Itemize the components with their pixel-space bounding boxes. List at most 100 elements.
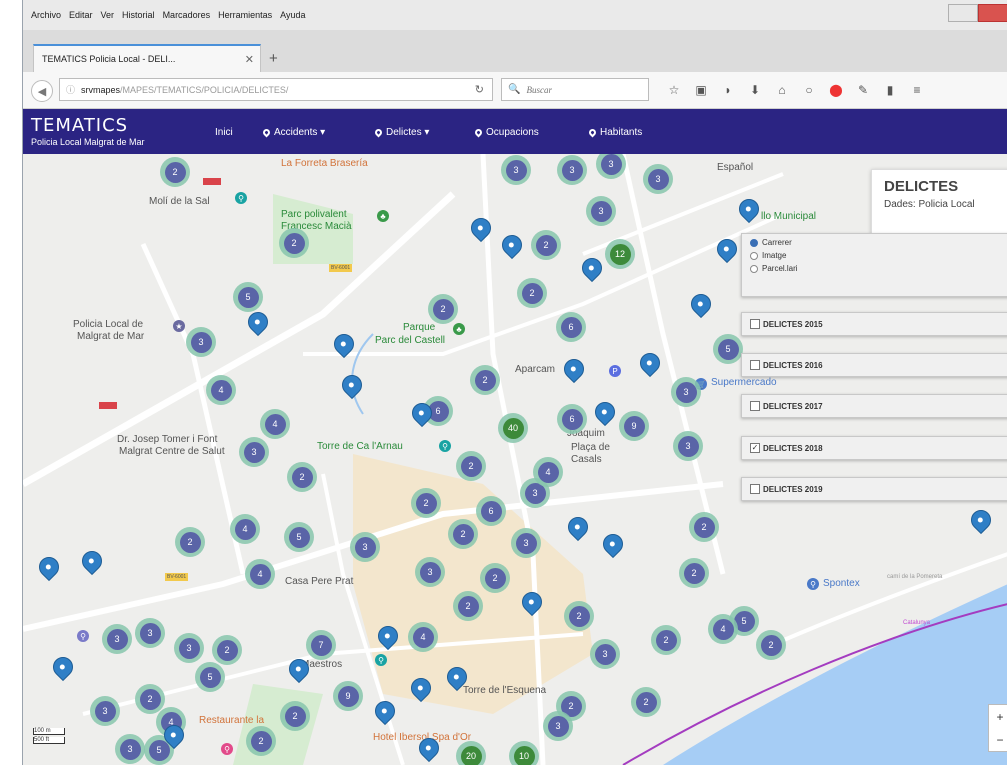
cluster[interactable]: 5 [284, 522, 314, 552]
cluster[interactable]: 3 [643, 164, 673, 194]
brand[interactable]: TEMATICS Policia Local Malgrat de Mar [31, 115, 145, 147]
zoom-in-button[interactable]: + [989, 705, 1007, 728]
cluster[interactable]: 10 [509, 741, 539, 765]
bookmark-star-icon[interactable]: ☆ [663, 81, 685, 99]
cluster[interactable]: 3 [135, 618, 165, 648]
reload-icon[interactable]: ↻ [475, 83, 484, 96]
cluster[interactable]: 5 [713, 334, 743, 364]
nav-delictes[interactable]: Delictes ▾ [373, 127, 429, 138]
radio-imatge[interactable]: Imatge [750, 251, 1007, 260]
library-icon[interactable]: ▮ [879, 81, 901, 99]
poi-casa-pere[interactable]: Casa Pere Prat [285, 576, 353, 587]
adblock-icon[interactable]: ⬤ [825, 81, 847, 99]
checkbox[interactable] [750, 401, 760, 411]
park-icon[interactable]: ♣ [453, 323, 465, 335]
cluster[interactable]: 3 [239, 437, 269, 467]
cluster[interactable]: 40 [498, 413, 528, 443]
cluster[interactable]: 3 [671, 377, 701, 407]
cluster[interactable]: 4 [408, 622, 438, 652]
layer-toggle-2019[interactable]: DELICTES 2019 [741, 477, 1007, 501]
cluster[interactable]: 3 [557, 155, 587, 185]
zoom-out-button[interactable]: − [989, 728, 1007, 751]
extension-icon[interactable]: ✎ [852, 81, 874, 99]
cluster[interactable]: 2 [679, 558, 709, 588]
cluster[interactable]: 3 [501, 155, 531, 185]
cluster[interactable]: 5 [195, 662, 225, 692]
cluster[interactable]: 2 [246, 726, 276, 756]
poi-supermercado[interactable]: Supermercado [711, 377, 777, 388]
radio-button[interactable] [750, 251, 758, 260]
menu-archivo[interactable]: Archivo [31, 10, 61, 20]
download-icon[interactable]: ⬇ [744, 81, 766, 99]
cluster[interactable]: 2 [279, 228, 309, 258]
cluster[interactable]: 9 [333, 681, 363, 711]
cluster[interactable]: 3 [586, 196, 616, 226]
pocket-icon[interactable]: ◗ [717, 81, 739, 99]
cluster[interactable]: 6 [556, 312, 586, 342]
poi-esquena[interactable]: Torre de l'Esquena [463, 685, 546, 696]
nav-habitants[interactable]: Habitants [587, 127, 642, 138]
cluster[interactable]: 4 [533, 457, 563, 487]
radio-button[interactable] [750, 264, 758, 273]
cluster[interactable]: 2 [480, 563, 510, 593]
cluster[interactable]: 3 [186, 327, 216, 357]
checkbox[interactable] [750, 360, 760, 370]
poi-forreta[interactable]: La Forreta Brasería [281, 158, 368, 169]
cluster[interactable]: 4 [260, 409, 290, 439]
close-window-button[interactable] [978, 4, 1007, 22]
checkbox[interactable] [750, 319, 760, 329]
parking-icon[interactable]: P [609, 365, 621, 377]
park-icon[interactable]: ♣ [377, 210, 389, 222]
radio-button[interactable] [750, 238, 758, 247]
back-button[interactable]: ◀ [31, 80, 53, 102]
url-bar[interactable]: ⓘ srvmapes/MAPES/TEMATICS/POLICIA/DELICT… [59, 78, 493, 101]
cluster[interactable]: 3 [511, 528, 541, 558]
sync-icon[interactable]: ○ [798, 81, 820, 99]
radio-parcelari[interactable]: Parcel.lari [750, 264, 1007, 273]
poi-policia[interactable]: Policia Local de [73, 319, 143, 330]
menu-marcadores[interactable]: Marcadores [163, 10, 211, 20]
checkbox-checked[interactable]: ✓ [750, 443, 760, 453]
cluster[interactable]: 3 [90, 696, 120, 726]
shop-icon[interactable]: ⚲ [77, 630, 89, 642]
menu-ayuda[interactable]: Ayuda [280, 10, 305, 20]
cluster[interactable]: 2 [689, 512, 719, 542]
clipboard-icon[interactable]: ▣ [690, 81, 712, 99]
poi-pin-icon[interactable]: ⚲ [235, 192, 247, 204]
cluster[interactable]: 4 [206, 375, 236, 405]
poi-moli[interactable]: Molí de la Sal [149, 196, 210, 207]
cluster[interactable]: 3 [543, 711, 573, 741]
nav-ocupacions[interactable]: Ocupacions [473, 127, 539, 138]
cluster[interactable]: 2 [212, 635, 242, 665]
cluster[interactable]: 6 [557, 404, 587, 434]
search-box[interactable]: 🔍 [501, 78, 649, 101]
cluster[interactable]: 2 [531, 230, 561, 260]
checkbox[interactable] [750, 484, 760, 494]
map-canvas[interactable]: La Forreta Brasería Español Molí de la S… [23, 154, 1007, 765]
poi-parque[interactable]: Parque [403, 322, 435, 333]
museum-icon[interactable]: ⚲ [439, 440, 451, 452]
cluster[interactable]: 20 [456, 741, 486, 765]
new-tab-icon[interactable]: + [269, 50, 278, 67]
poi-pin-icon[interactable]: ⚲ [375, 654, 387, 666]
cluster[interactable]: 2 [756, 630, 786, 660]
cluster[interactable]: 7 [306, 630, 336, 660]
layer-toggle-2018[interactable]: ✓ DELICTES 2018 [741, 436, 1007, 460]
cluster[interactable]: 2 [175, 527, 205, 557]
cluster[interactable]: 2 [280, 701, 310, 731]
menu-herramientas[interactable]: Herramientas [218, 10, 272, 20]
cluster[interactable]: 4 [230, 514, 260, 544]
tab-tematics[interactable]: TEMATICS Policia Local - DELI... ✕ [33, 44, 261, 72]
layer-toggle-2015[interactable]: DELICTES 2015 [741, 312, 1007, 336]
menu-historial[interactable]: Historial [122, 10, 155, 20]
menu-editar[interactable]: Editar [69, 10, 93, 20]
poi-aparcament[interactable]: Aparcam [515, 364, 555, 375]
cluster[interactable]: 3 [415, 557, 445, 587]
cluster[interactable]: 2 [287, 462, 317, 492]
cluster[interactable]: 2 [651, 625, 681, 655]
cluster[interactable]: 2 [448, 519, 478, 549]
poi-restaurante[interactable]: Restaurante la [199, 715, 264, 726]
menu-ver[interactable]: Ver [101, 10, 115, 20]
nav-accidents[interactable]: Accidents ▾ [261, 127, 325, 138]
minimize-button[interactable] [948, 4, 978, 22]
